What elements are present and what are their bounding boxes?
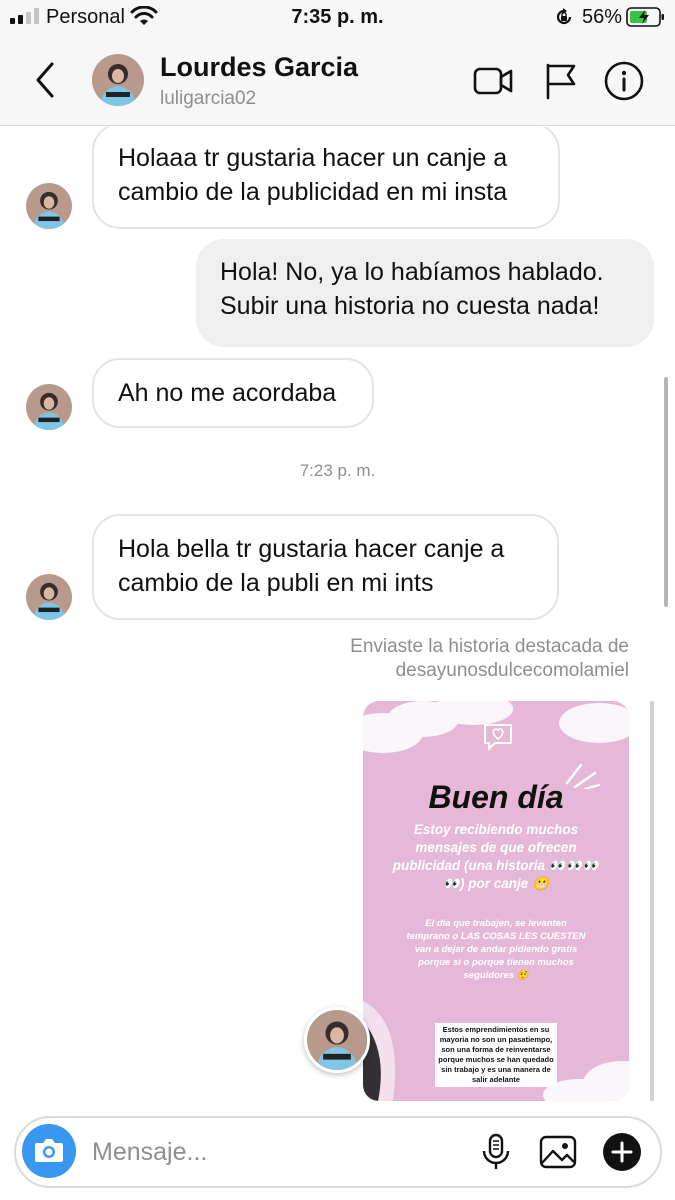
- battery-percent: 56%: [582, 6, 623, 28]
- info-icon[interactable]: [603, 60, 645, 102]
- message-text-line: Hola! No, ya lo habíamos hablado.: [220, 258, 604, 286]
- scrollbar[interactable]: [664, 377, 668, 607]
- chat-header: Lourdes Garcia luligarcia02: [0, 36, 675, 126]
- heart-chat-icon: [484, 724, 512, 750]
- message-composer: [0, 1102, 675, 1200]
- story-share-note: Enviaste la historia destacada de desayu…: [350, 635, 629, 683]
- message-bubble-outgoing[interactable]: Hola! No, ya lo habíamos hablado. Subir …: [196, 239, 654, 347]
- story-paragraph: Estoy recibiendo muchos mensajes de que …: [392, 822, 600, 891]
- message-text-line: Holaaa tr gustaria hacer un canje a: [118, 144, 508, 172]
- rotation-lock-icon: [556, 8, 572, 25]
- message-text-line: Subir una historia no cuesta nada!: [220, 292, 600, 320]
- message-input[interactable]: [92, 1132, 452, 1172]
- sender-avatar[interactable]: [26, 183, 72, 229]
- video-call-icon[interactable]: [472, 60, 514, 102]
- message-text-line: Ah no me acordaba: [118, 379, 337, 407]
- microphone-icon[interactable]: [476, 1132, 516, 1172]
- story-paragraph: El día que trabajen, se levanten tempran…: [406, 918, 586, 981]
- story-paragraph: Estos emprendimientos en su mayoria no s…: [435, 1023, 557, 1087]
- message-text-line: cambio de la publi en mi ints: [118, 569, 434, 597]
- add-circle-icon[interactable]: [602, 1132, 642, 1172]
- story-note-line: desayunosdulcecomolamiel: [395, 660, 629, 681]
- message-thread[interactable]: Holaaa tr gustaria hacer un canje a camb…: [0, 127, 675, 1102]
- flag-icon[interactable]: [540, 60, 582, 102]
- battery-icon: [626, 7, 664, 27]
- message-timestamp: 7:23 p. m.: [299, 461, 376, 480]
- message-bubble-incoming[interactable]: Hola bella tr gustaria hacer canje a cam…: [92, 514, 559, 620]
- story-author-avatar[interactable]: [304, 1007, 370, 1073]
- message-bubble-incoming[interactable]: Holaaa tr gustaria hacer un canje a camb…: [92, 127, 560, 229]
- contact-avatar[interactable]: [92, 54, 144, 106]
- story-note-line: Enviaste la historia destacada de: [350, 636, 629, 657]
- sender-avatar[interactable]: [26, 574, 72, 620]
- message-bubble-incoming[interactable]: Ah no me acordaba: [92, 358, 374, 428]
- camera-button[interactable]: [22, 1124, 76, 1178]
- contact-name[interactable]: Lourdes Garcia: [160, 52, 358, 83]
- story-scrollbar[interactable]: [650, 701, 654, 1101]
- back-chevron-icon[interactable]: [30, 58, 60, 102]
- camera-icon: [35, 1139, 63, 1162]
- shared-story-card[interactable]: Buen día Estoy recibiendo muchos mensaje…: [363, 701, 629, 1101]
- gallery-icon[interactable]: [538, 1132, 578, 1172]
- message-text-line: Hola bella tr gustaria hacer canje a: [118, 535, 505, 563]
- contact-username[interactable]: luligarcia02: [160, 88, 256, 110]
- sender-avatar[interactable]: [26, 384, 72, 430]
- story-title: Buen día: [428, 779, 564, 815]
- message-text-line: cambio de la publicidad en mi insta: [118, 178, 508, 206]
- status-bar: Personal 7:35 p. m. 56%: [0, 0, 675, 36]
